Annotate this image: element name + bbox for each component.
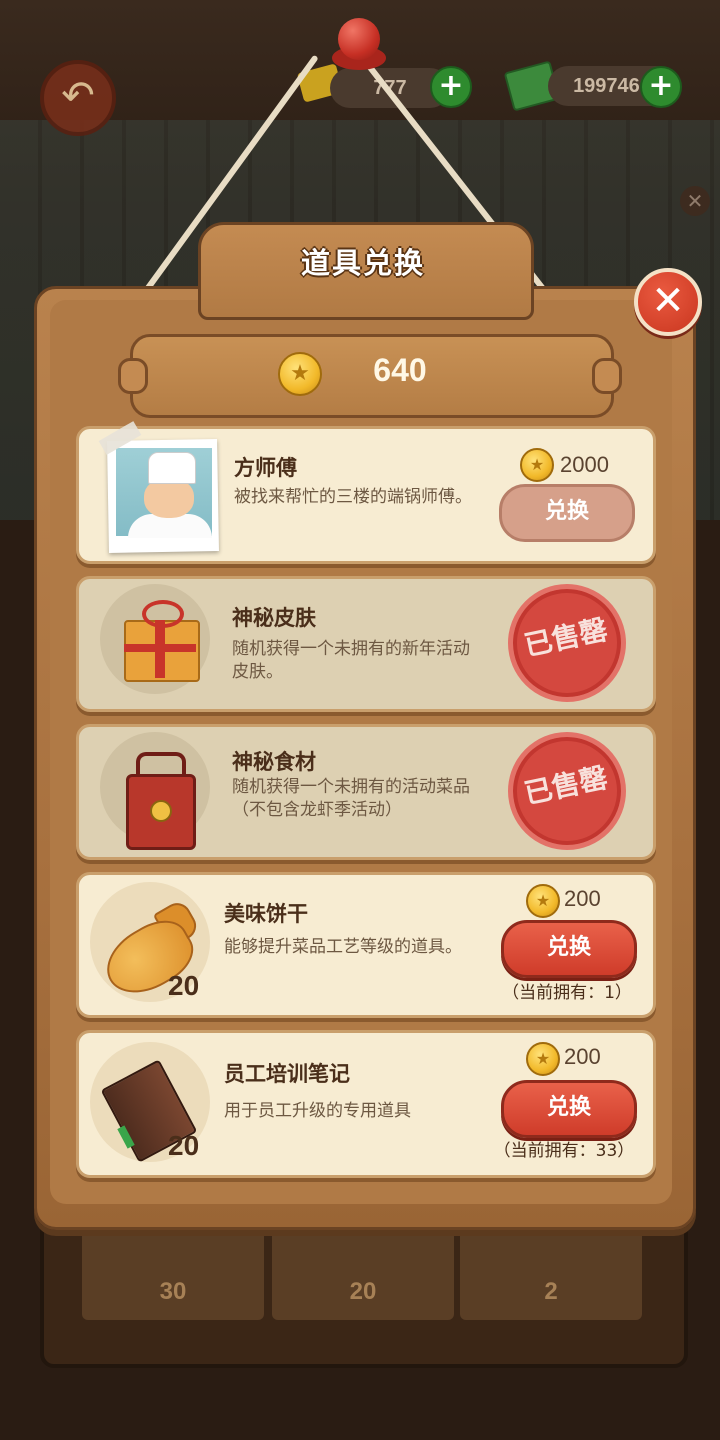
- background-slot-count: 2: [544, 1278, 558, 1305]
- exchange-button[interactable]: 兑换: [499, 484, 635, 542]
- back-button[interactable]: ↶: [40, 60, 116, 136]
- coin-icon: [526, 1042, 560, 1076]
- item-description: 随机获得一个未拥有的活动菜品（不包含龙虾季活动）: [232, 777, 470, 820]
- coin-icon: [278, 352, 322, 396]
- balance-bar-knob: [592, 358, 622, 394]
- exchange-button[interactable]: 兑换: [501, 1080, 637, 1138]
- item-description: 随机获得一个未拥有的新年活动皮肤。: [232, 639, 470, 682]
- item-quantity: 20: [168, 970, 200, 1001]
- balance-bar-knob: [118, 358, 148, 394]
- background-close-icon: ✕: [680, 186, 710, 216]
- plus-icon: +: [648, 68, 674, 103]
- item-price: 2000: [560, 452, 609, 477]
- background-slot-count: 30: [159, 1278, 187, 1305]
- exchange-button[interactable]: 兑换: [501, 920, 637, 978]
- add-cash-button[interactable]: +: [640, 66, 682, 108]
- dialog-title: 道具兑换: [300, 246, 425, 280]
- background-slot: [82, 1228, 264, 1320]
- item-name: 方师傅: [234, 456, 297, 480]
- background-slot-count: 20: [349, 1278, 377, 1305]
- food-box-emblem: [150, 800, 172, 822]
- item-name: 神秘皮肤: [232, 606, 316, 630]
- pushpin-icon: [338, 18, 380, 60]
- item-price: 200: [564, 886, 601, 911]
- item-description: 能够提升菜品工艺等级的道具。: [224, 937, 462, 957]
- coin-balance-value: 640: [373, 352, 427, 388]
- item-description: 用于员工升级的专用道具: [224, 1101, 411, 1121]
- coin-icon: [526, 884, 560, 918]
- owned-count: （当前拥有：1）: [502, 983, 632, 1003]
- chef-face: [144, 478, 194, 518]
- back-arrow-icon: ↶: [61, 73, 95, 119]
- chef-hat-icon: [148, 452, 196, 484]
- close-icon: ✕: [651, 278, 685, 324]
- item-quantity: 20: [168, 1130, 200, 1161]
- plus-icon: +: [438, 68, 464, 103]
- gift-bow: [142, 600, 184, 628]
- background-slot: [460, 1228, 642, 1320]
- item-price: 200: [564, 1044, 601, 1069]
- item-name: 神秘食材: [232, 750, 316, 774]
- add-gold-button[interactable]: +: [430, 66, 472, 108]
- gift-ribbon: [124, 644, 196, 652]
- item-name: 员工培训笔记: [224, 1062, 350, 1086]
- close-button[interactable]: ✕: [634, 268, 702, 336]
- item-description: 被找来帮忙的三楼的端锅师傅。: [234, 487, 472, 507]
- background-slot: [272, 1228, 454, 1320]
- item-name: 美味饼干: [224, 902, 308, 926]
- owned-count: （当前拥有：33）: [493, 1141, 635, 1161]
- coin-icon: [520, 448, 554, 482]
